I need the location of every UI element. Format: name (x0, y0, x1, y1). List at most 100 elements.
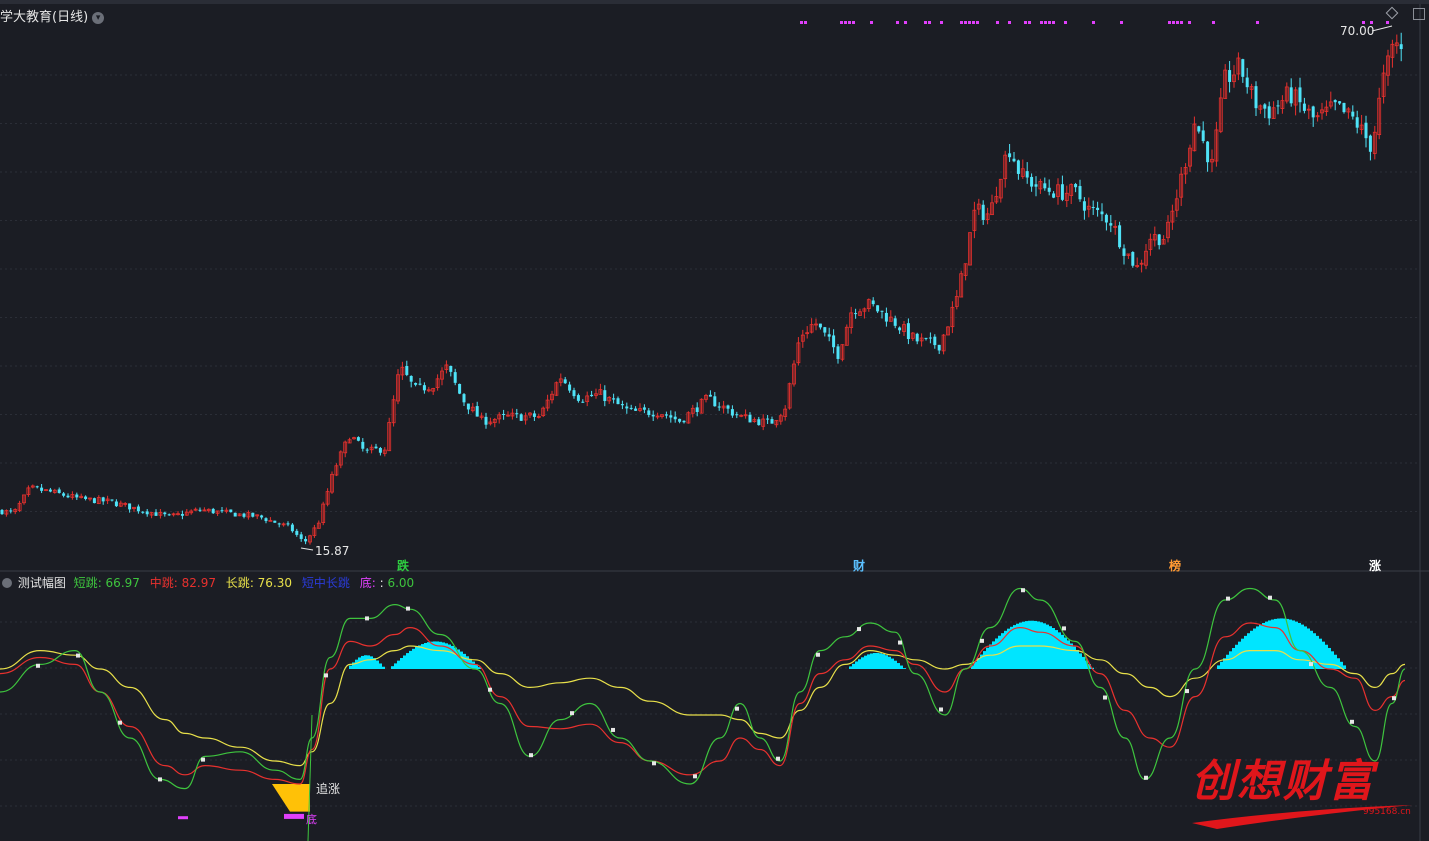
candle-body (629, 407, 633, 409)
signal-dot (896, 21, 899, 24)
candle (361, 438, 365, 452)
candle (1118, 221, 1122, 249)
candle (1012, 152, 1016, 163)
chevron-down-icon[interactable]: ▾ (92, 12, 105, 24)
candle (568, 381, 572, 393)
histogram-bar (1226, 654, 1229, 669)
signal-dot-row (800, 21, 1389, 24)
candle-body (418, 383, 422, 385)
line-square-mark (980, 638, 984, 643)
line-square-mark (1144, 775, 1148, 780)
candle (678, 418, 682, 424)
histogram-bar (885, 655, 888, 669)
candle (515, 408, 519, 419)
diamond-icon[interactable] (1385, 6, 1399, 20)
candle-body (458, 383, 462, 394)
candle (66, 493, 70, 499)
histogram-bar (1034, 620, 1037, 669)
candles (0, 32, 1403, 545)
candle-body (409, 375, 413, 382)
candle (933, 334, 937, 349)
candle (382, 447, 387, 457)
signal-dot (1120, 21, 1123, 24)
signal-dot (1044, 21, 1047, 24)
candle (1399, 32, 1403, 62)
price-chart[interactable]: 70.00 15.87 追涨 底 (0, 0, 1429, 841)
line-square-mark (324, 673, 328, 678)
candle (1201, 121, 1205, 144)
signal-dot (1188, 21, 1191, 24)
candle (347, 437, 352, 444)
chart-title[interactable]: 学大教育(日线) ▾ (0, 6, 105, 25)
candle (444, 360, 449, 374)
candle-body (515, 413, 519, 415)
candle (796, 337, 801, 366)
signal-dot (1256, 21, 1259, 24)
candle (800, 329, 805, 348)
legend-combined-label: 短中长跳 (301, 576, 350, 590)
candle (145, 508, 149, 517)
histogram-bar (1256, 626, 1259, 669)
indicator-title-bar[interactable]: 测试幅图 短跳: 66.97 中跳: 82.97 长跳: 76.30 短中长跳 … (0, 574, 420, 590)
candle (906, 318, 910, 345)
candle (1008, 143, 1012, 162)
line-square-mark (693, 774, 697, 779)
candle (541, 406, 546, 418)
signal-dot (1052, 21, 1055, 24)
candle-body (770, 419, 774, 424)
candle (805, 326, 810, 339)
candle (1263, 103, 1267, 119)
candle (642, 404, 646, 414)
legend-bottom-value: 6.00 (387, 576, 415, 590)
candle (290, 523, 294, 533)
line-square-mark (939, 707, 943, 712)
candle-body (1368, 135, 1372, 152)
candle-body (48, 489, 52, 492)
candle (928, 332, 932, 344)
legend-mid: 中跳: 82.97 (149, 576, 216, 590)
candle (304, 536, 308, 545)
histogram-bar (882, 654, 885, 669)
histogram-bar (1250, 630, 1253, 669)
candle (1223, 64, 1228, 99)
histogram-bar (1280, 618, 1283, 669)
line-square-mark (118, 720, 122, 725)
histogram-bar (873, 652, 876, 669)
window-restore-icon[interactable] (1413, 8, 1425, 20)
histogram-bar (376, 660, 379, 669)
candle-body (114, 501, 118, 507)
candle (1214, 121, 1219, 167)
candle (316, 520, 321, 529)
candle-body (695, 407, 699, 412)
candle (62, 491, 66, 498)
candle (1144, 244, 1148, 269)
legend-short: 短跳: 66.97 (73, 576, 140, 590)
candle (550, 390, 554, 404)
candle (963, 263, 968, 281)
candle-body (906, 323, 910, 340)
candle-body (572, 390, 576, 397)
candle (721, 400, 726, 414)
candle (726, 404, 730, 414)
line-square-mark (611, 727, 615, 732)
collapse-icon[interactable] (2, 578, 12, 588)
candle (1368, 134, 1372, 161)
candle-body (154, 512, 158, 516)
candle-body (1060, 184, 1064, 200)
candle-body (616, 398, 620, 405)
candle (836, 343, 840, 364)
candle (1025, 162, 1029, 184)
candle-body (1364, 122, 1368, 139)
candle-body (1197, 126, 1201, 132)
candle (242, 512, 246, 519)
signal-dot (960, 21, 963, 24)
brand-logo-url: 995168.cn (1363, 807, 1411, 817)
candle (959, 270, 964, 298)
candle (356, 436, 360, 442)
candle (9, 508, 13, 514)
candle (96, 495, 101, 505)
candle-body (260, 515, 264, 518)
candle (92, 497, 96, 504)
candle-body (1355, 117, 1359, 128)
candle-body (717, 406, 721, 408)
